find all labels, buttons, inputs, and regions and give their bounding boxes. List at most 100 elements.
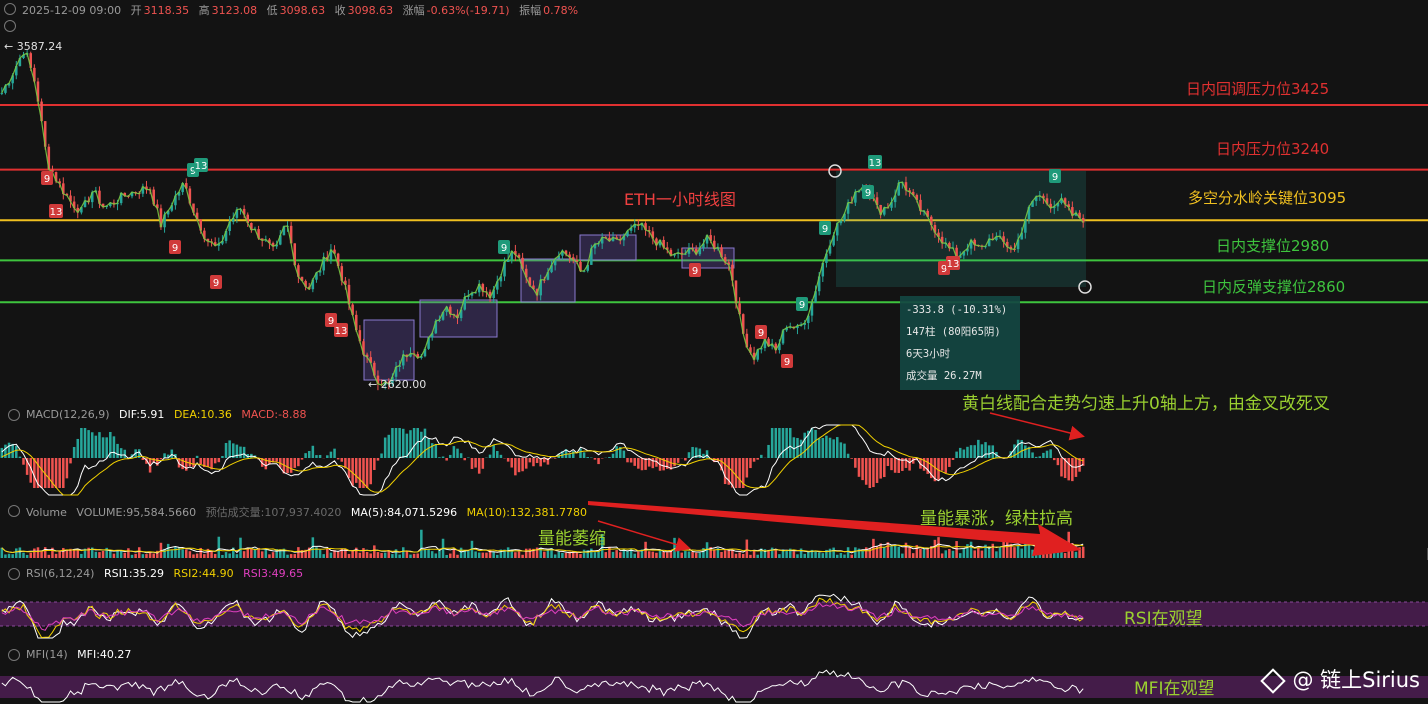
volume-bar [246, 548, 250, 558]
volume-bar [593, 552, 597, 558]
volume-bar [347, 553, 351, 558]
volume-bar [951, 550, 955, 558]
macd-bar [803, 432, 806, 458]
macd-bar [857, 458, 861, 477]
volume-bar [948, 548, 951, 558]
macd-bar [597, 458, 600, 465]
macd-bar [391, 428, 394, 458]
macd-bar [94, 435, 98, 458]
volume-bar [134, 553, 137, 558]
macd-bar [608, 456, 611, 458]
rsi-panel [0, 593, 1428, 639]
volume-bar [940, 553, 944, 558]
td-marker-text: 13 [869, 158, 882, 169]
td-marker: 13 [868, 155, 882, 169]
volume-bar [543, 551, 546, 558]
level-label-3095: 多空分水岭关键位3095 [1188, 189, 1347, 207]
collapse-icon[interactable] [4, 3, 16, 15]
volume-bar [691, 552, 694, 558]
volume-bar [33, 548, 36, 558]
macd-bar [195, 455, 199, 458]
volume-bar [445, 554, 448, 558]
volume-bar [351, 550, 354, 558]
volume-bar [987, 547, 991, 558]
volume-bar [944, 550, 948, 558]
macd-bar [188, 458, 192, 467]
macd-bar [481, 458, 485, 469]
rsi-collapse-icon[interactable] [8, 568, 20, 580]
volume-bar [477, 552, 481, 558]
volume-bar [1081, 546, 1085, 558]
volume-bar [54, 553, 58, 558]
volume-bar [326, 548, 329, 558]
macd-bar [687, 452, 691, 458]
td-marker: 9 [862, 185, 874, 199]
macd-bar [611, 453, 615, 458]
volume-bar [224, 552, 228, 558]
high-marker: ← 3587.24 [4, 40, 63, 53]
macd-collapse-icon[interactable] [8, 409, 20, 421]
volume-bar [62, 547, 65, 558]
macd-bar [521, 458, 524, 472]
macd-annotation: 黄白线配合走势匀速上升0轴上方，由金叉改死叉 [962, 394, 1330, 414]
macd-bar [459, 453, 463, 458]
volume-bar [821, 553, 825, 558]
volume-bar [188, 551, 192, 558]
change-label: 涨幅 [402, 4, 425, 17]
volume-bar [752, 550, 756, 558]
macd-bar [499, 454, 503, 458]
volume-bar [11, 554, 14, 558]
volume-bar [575, 552, 579, 558]
macd-bar [474, 458, 477, 468]
volume-bar [289, 554, 293, 558]
macd-bar [1060, 458, 1063, 477]
macd-bar [1045, 450, 1049, 458]
macd-bar [1056, 458, 1060, 466]
macd-bar [637, 458, 640, 469]
macd-bar [286, 458, 289, 474]
volume-bar [893, 544, 897, 558]
macd-bar [767, 444, 770, 458]
volume-bar [980, 550, 984, 558]
macd-bar [467, 457, 470, 458]
volume-bar [626, 550, 629, 558]
volume-bar [235, 554, 239, 558]
watermark: @ 链上Sirius [1260, 664, 1420, 694]
volume-bar [398, 554, 401, 558]
volume-bar [492, 551, 495, 558]
td-marker-text: 9 [213, 278, 219, 289]
macd-bar [412, 428, 416, 458]
volume-bar [452, 548, 456, 558]
volume-collapse-icon[interactable] [8, 505, 20, 517]
volume-bar [553, 554, 557, 558]
volume-bar [130, 554, 134, 558]
macd-bar [524, 458, 528, 469]
macd-bar [781, 428, 785, 458]
expand-icon[interactable] [4, 20, 16, 32]
td-marker: 9 [755, 325, 767, 339]
volume-bar [25, 554, 29, 558]
volume-bar [467, 551, 470, 558]
volume-bar [521, 554, 524, 558]
volume-bar [116, 550, 119, 558]
volume-bar [597, 551, 600, 558]
amplitude-value: 0.78% [543, 4, 579, 17]
macd-bar [582, 452, 586, 458]
volume-bar [651, 551, 655, 558]
macd-bar [304, 453, 307, 458]
macd-bar [778, 428, 781, 458]
volume-bar [741, 554, 745, 558]
macd-bar [159, 458, 163, 460]
level-label-2860: 日内反弹支撑位2860 [1202, 278, 1346, 296]
macd-bar [1052, 458, 1056, 461]
macd-bar [116, 443, 119, 458]
macd-bar [705, 450, 709, 458]
volume-panel [0, 529, 1428, 560]
mfi-annotation: MFI在观望 [1134, 679, 1215, 699]
macd-bar [72, 447, 76, 458]
macd-bar [691, 446, 694, 458]
macd-bar [535, 458, 539, 464]
mfi-collapse-icon[interactable] [8, 649, 20, 661]
volume-bar [109, 551, 112, 558]
macd-bar [908, 458, 911, 471]
